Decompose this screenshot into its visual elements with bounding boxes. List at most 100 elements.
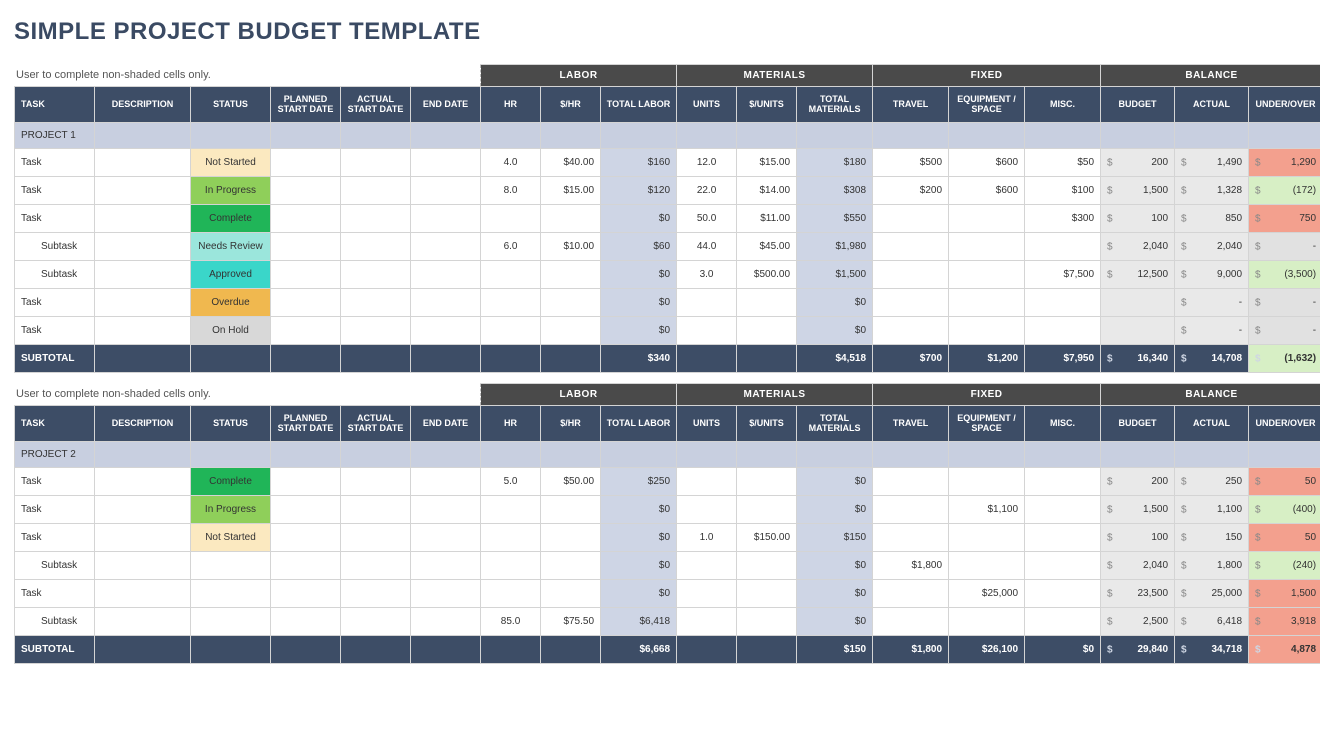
cell-units[interactable]: 1.0 (677, 524, 737, 552)
cell-description[interactable] (95, 233, 191, 261)
cell-travel[interactable] (873, 317, 949, 345)
cell-per-unit[interactable] (737, 580, 797, 608)
cell-description[interactable] (95, 205, 191, 233)
cell-end-date[interactable] (411, 468, 481, 496)
cell-per-unit[interactable] (737, 608, 797, 636)
cell-units[interactable] (677, 608, 737, 636)
cell-travel[interactable] (873, 496, 949, 524)
cell-end-date[interactable] (411, 580, 481, 608)
cell-end-date[interactable] (411, 524, 481, 552)
cell-travel[interactable] (873, 205, 949, 233)
project-cell[interactable] (1249, 123, 1320, 149)
cell-per-unit[interactable]: $15.00 (737, 149, 797, 177)
cell-per-hr[interactable] (541, 552, 601, 580)
cell-task[interactable]: Task (15, 177, 95, 205)
cell-status[interactable]: Not Started (191, 524, 271, 552)
cell-hr[interactable] (481, 289, 541, 317)
cell-end-date[interactable] (411, 233, 481, 261)
cell-equip[interactable] (949, 261, 1025, 289)
cell-misc[interactable]: $50 (1025, 149, 1101, 177)
cell-equip[interactable] (949, 233, 1025, 261)
cell-status[interactable]: In Progress (191, 496, 271, 524)
cell-misc[interactable] (1025, 233, 1101, 261)
cell-actual-start[interactable] (341, 524, 411, 552)
project-cell[interactable] (737, 123, 797, 149)
cell-units[interactable] (677, 289, 737, 317)
project-cell[interactable] (949, 442, 1025, 468)
cell-equip[interactable] (949, 524, 1025, 552)
cell-per-hr[interactable]: $75.50 (541, 608, 601, 636)
cell-planned-start[interactable] (271, 468, 341, 496)
cell-status[interactable]: Not Started (191, 149, 271, 177)
cell-end-date[interactable] (411, 552, 481, 580)
project-cell[interactable] (1101, 442, 1175, 468)
cell-travel[interactable] (873, 261, 949, 289)
cell-equip[interactable]: $600 (949, 149, 1025, 177)
cell-actual-start[interactable] (341, 552, 411, 580)
cell-equip[interactable]: $1,100 (949, 496, 1025, 524)
cell-task[interactable]: Subtask (15, 261, 95, 289)
cell-hr[interactable] (481, 205, 541, 233)
cell-planned-start[interactable] (271, 177, 341, 205)
cell-end-date[interactable] (411, 317, 481, 345)
project-name-cell[interactable]: PROJECT 2 (15, 442, 95, 468)
cell-actual-start[interactable] (341, 149, 411, 177)
cell-misc[interactable] (1025, 289, 1101, 317)
project-cell[interactable] (341, 123, 411, 149)
cell-planned-start[interactable] (271, 524, 341, 552)
cell-units[interactable]: 44.0 (677, 233, 737, 261)
project-cell[interactable] (873, 123, 949, 149)
cell-per-unit[interactable]: $45.00 (737, 233, 797, 261)
cell-end-date[interactable] (411, 608, 481, 636)
cell-planned-start[interactable] (271, 580, 341, 608)
cell-description[interactable] (95, 552, 191, 580)
cell-misc[interactable] (1025, 552, 1101, 580)
cell-per-hr[interactable] (541, 317, 601, 345)
cell-equip[interactable]: $25,000 (949, 580, 1025, 608)
project-cell[interactable] (481, 123, 541, 149)
cell-travel[interactable] (873, 608, 949, 636)
cell-planned-start[interactable] (271, 149, 341, 177)
cell-task[interactable]: Task (15, 205, 95, 233)
project-cell[interactable] (737, 442, 797, 468)
project-cell[interactable] (541, 123, 601, 149)
cell-status[interactable] (191, 608, 271, 636)
cell-per-unit[interactable]: $500.00 (737, 261, 797, 289)
cell-per-hr[interactable] (541, 496, 601, 524)
project-cell[interactable] (1249, 442, 1320, 468)
cell-hr[interactable] (481, 580, 541, 608)
cell-description[interactable] (95, 608, 191, 636)
cell-actual-start[interactable] (341, 261, 411, 289)
cell-equip[interactable] (949, 552, 1025, 580)
cell-travel[interactable] (873, 289, 949, 317)
cell-task[interactable]: Task (15, 317, 95, 345)
project-cell[interactable] (411, 123, 481, 149)
cell-hr[interactable] (481, 496, 541, 524)
cell-task[interactable]: Task (15, 468, 95, 496)
project-cell[interactable] (95, 442, 191, 468)
cell-per-hr[interactable]: $15.00 (541, 177, 601, 205)
cell-actual-start[interactable] (341, 496, 411, 524)
cell-hr[interactable]: 5.0 (481, 468, 541, 496)
cell-actual-start[interactable] (341, 317, 411, 345)
cell-hr[interactable] (481, 261, 541, 289)
cell-per-hr[interactable] (541, 580, 601, 608)
cell-task[interactable]: Task (15, 580, 95, 608)
cell-misc[interactable]: $7,500 (1025, 261, 1101, 289)
cell-hr[interactable]: 6.0 (481, 233, 541, 261)
cell-per-unit[interactable]: $150.00 (737, 524, 797, 552)
project-cell[interactable] (271, 442, 341, 468)
project-cell[interactable] (191, 123, 271, 149)
cell-status[interactable]: Needs Review (191, 233, 271, 261)
project-cell[interactable] (677, 442, 737, 468)
cell-end-date[interactable] (411, 149, 481, 177)
cell-actual-start[interactable] (341, 289, 411, 317)
cell-end-date[interactable] (411, 289, 481, 317)
cell-planned-start[interactable] (271, 233, 341, 261)
cell-description[interactable] (95, 580, 191, 608)
cell-description[interactable] (95, 149, 191, 177)
project-cell[interactable] (1025, 123, 1101, 149)
cell-travel[interactable]: $200 (873, 177, 949, 205)
project-cell[interactable] (481, 442, 541, 468)
cell-units[interactable]: 22.0 (677, 177, 737, 205)
